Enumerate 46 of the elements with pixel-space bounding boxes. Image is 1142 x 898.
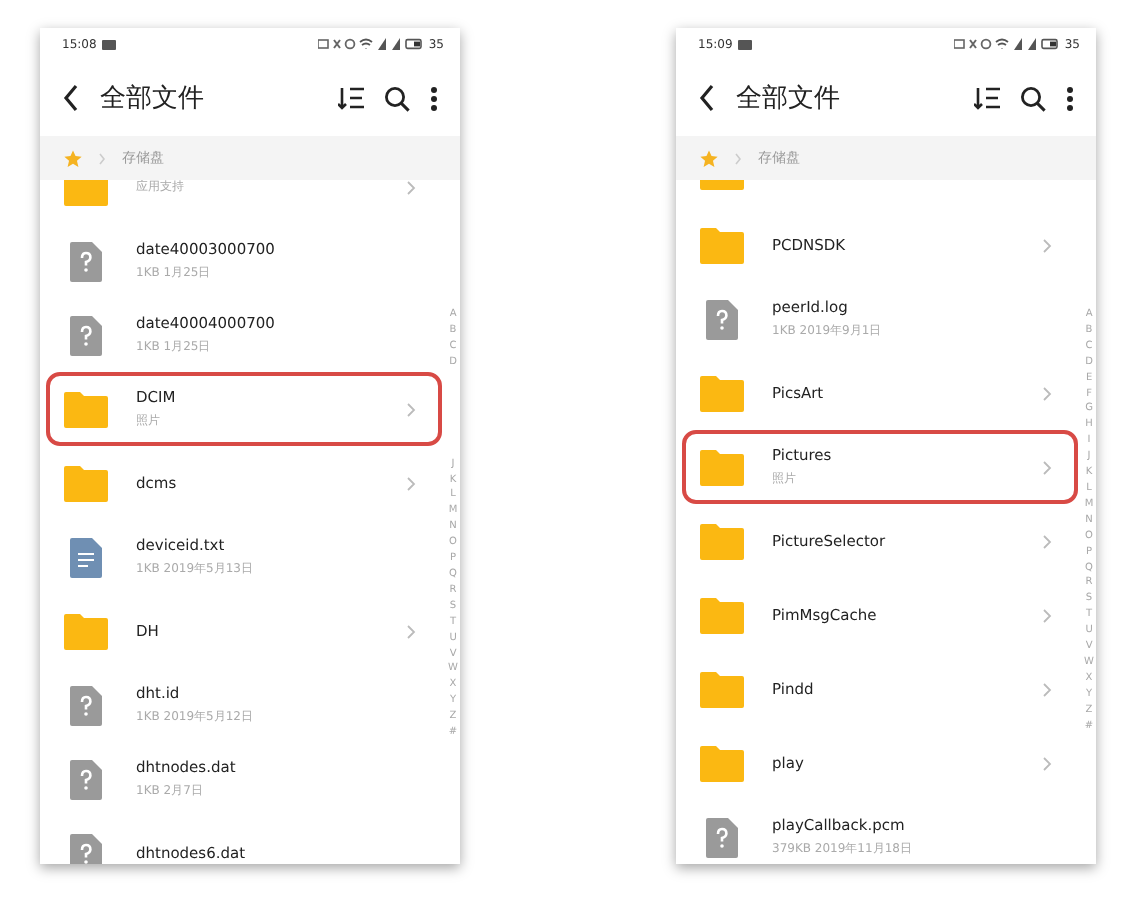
- unknown-file-icon: [64, 241, 108, 281]
- separator-icon: [98, 151, 106, 165]
- chevron-icon[interactable]: [1042, 607, 1052, 623]
- folder-icon: [700, 671, 744, 707]
- chevron-icon[interactable]: [1042, 459, 1052, 475]
- folder-icon: [700, 523, 744, 559]
- unknown-file-icon: [64, 759, 108, 799]
- unknown-file-icon: [700, 817, 744, 857]
- search-icon[interactable]: [1020, 85, 1046, 111]
- folder-icon: [700, 449, 744, 485]
- status-icons-drawing: [954, 38, 1059, 50]
- star-icon[interactable]: [700, 149, 718, 167]
- more-icon[interactable]: [430, 85, 438, 111]
- more-icon[interactable]: [1066, 85, 1074, 111]
- back-icon[interactable]: [698, 84, 716, 112]
- chevron-icon[interactable]: [1042, 681, 1052, 697]
- chevron-icon[interactable]: [406, 180, 416, 195]
- folder-icon: [700, 227, 744, 263]
- sort-icon[interactable]: [974, 86, 1000, 110]
- chevron-icon[interactable]: [1042, 385, 1052, 401]
- unknown-file-icon: [64, 315, 108, 355]
- status-icons-drawing: [318, 38, 423, 50]
- chevron-icon[interactable]: [406, 475, 416, 491]
- folder-icon: [700, 745, 744, 781]
- sort-icon[interactable]: [338, 86, 364, 110]
- unknown-file-icon: [700, 299, 744, 339]
- screen-title: 全部文件: [100, 82, 204, 116]
- search-icon[interactable]: [384, 85, 410, 111]
- folder-icon: [700, 597, 744, 633]
- text-file-icon: [64, 537, 108, 577]
- folder-icon: [700, 375, 744, 411]
- folder-icon: [64, 613, 108, 649]
- unknown-file-icon: [64, 685, 108, 725]
- folder-icon: [64, 391, 108, 427]
- separator-icon: [734, 151, 742, 165]
- folder-icon: [64, 465, 108, 501]
- message-icon: [738, 39, 753, 49]
- screen-title: 全部文件: [736, 82, 840, 116]
- chevron-icon[interactable]: [1042, 533, 1052, 549]
- star-icon[interactable]: [64, 149, 82, 167]
- chevron-icon[interactable]: [406, 623, 416, 639]
- message-icon: [102, 39, 117, 49]
- chevron-icon[interactable]: [1042, 237, 1052, 253]
- back-icon[interactable]: [62, 84, 80, 112]
- chevron-icon[interactable]: [1042, 755, 1052, 771]
- chevron-icon[interactable]: [406, 401, 416, 417]
